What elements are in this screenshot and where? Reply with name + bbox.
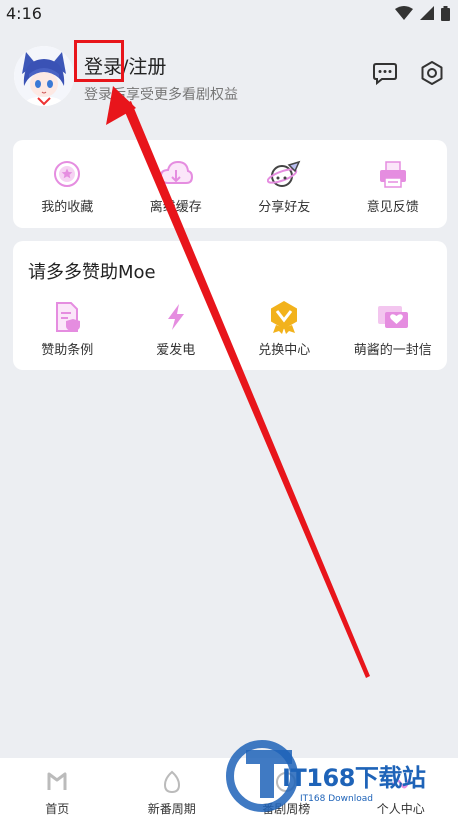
watermark-brand: IT168下载站: [282, 764, 426, 792]
document-shield-icon: [50, 301, 84, 333]
offline-cache-label: 离线缓存: [149, 200, 202, 215]
home-icon: [47, 772, 67, 790]
moe-letter-label: 萌酱的一封信: [353, 343, 432, 358]
watermark-sub: IT168 Download: [300, 794, 373, 804]
share-friends-button[interactable]: 分享好友: [230, 158, 339, 215]
moe-letter-button[interactable]: 萌酱的一封信: [339, 301, 448, 358]
profile-header: 登录/注册 登录后享受更多看剧权益: [0, 26, 458, 134]
annotation-highlight-box: [74, 40, 124, 82]
medal-icon: [267, 301, 301, 334]
status-icons: [395, 5, 450, 21]
sponsor-terms-label: 赞助条例: [41, 343, 94, 358]
afdian-button[interactable]: 爱发电: [122, 301, 231, 358]
sponsor-title: 请多多赞助Moe: [28, 262, 156, 283]
share-friends-label: 分享好友: [258, 200, 311, 215]
feedback-label: 意见反馈: [366, 200, 419, 215]
shortcut-card: 我的收藏 离线缓存 分享好友 意见反馈: [13, 140, 447, 228]
sponsor-terms-button[interactable]: 赞助条例: [13, 301, 122, 358]
favorites-label: 我的收藏: [41, 200, 94, 215]
favorites-button[interactable]: 我的收藏: [13, 158, 122, 215]
tab-home-label: 首页: [45, 802, 70, 816]
letter-heart-icon: [376, 301, 410, 333]
tab-home[interactable]: 首页: [0, 758, 115, 820]
status-bar: 4:16: [0, 0, 458, 26]
tab-new-season-label: 新番周期: [147, 802, 196, 816]
star-icon: [50, 158, 84, 190]
redeem-center-label: 兑换中心: [258, 343, 311, 358]
lightning-icon: [159, 301, 193, 333]
offline-cache-button[interactable]: 离线缓存: [122, 158, 231, 215]
printer-feedback-icon: [376, 158, 410, 190]
cloud-download-icon: [159, 158, 193, 190]
egg-icon: [163, 770, 180, 794]
wifi-icon: [395, 6, 413, 20]
sponsor-card: 请多多赞助Moe 赞助条例 爱发电 兑换中心 萌酱的一封信: [13, 241, 447, 370]
cellular-signal-icon: [420, 6, 434, 20]
avatar[interactable]: [14, 46, 74, 106]
feedback-button[interactable]: 意见反馈: [339, 158, 448, 215]
status-time: 4:16: [6, 3, 42, 23]
message-icon[interactable]: [372, 60, 398, 86]
afdian-label: 爱发电: [156, 343, 196, 358]
settings-gear-icon[interactable]: [419, 60, 445, 86]
share-planet-icon: [267, 158, 301, 190]
redeem-center-button[interactable]: 兑换中心: [230, 301, 339, 358]
login-subtitle: 登录后享受更多看剧权益: [84, 87, 238, 103]
battery-icon: [441, 5, 450, 21]
tab-new-season[interactable]: 新番周期: [115, 758, 230, 820]
